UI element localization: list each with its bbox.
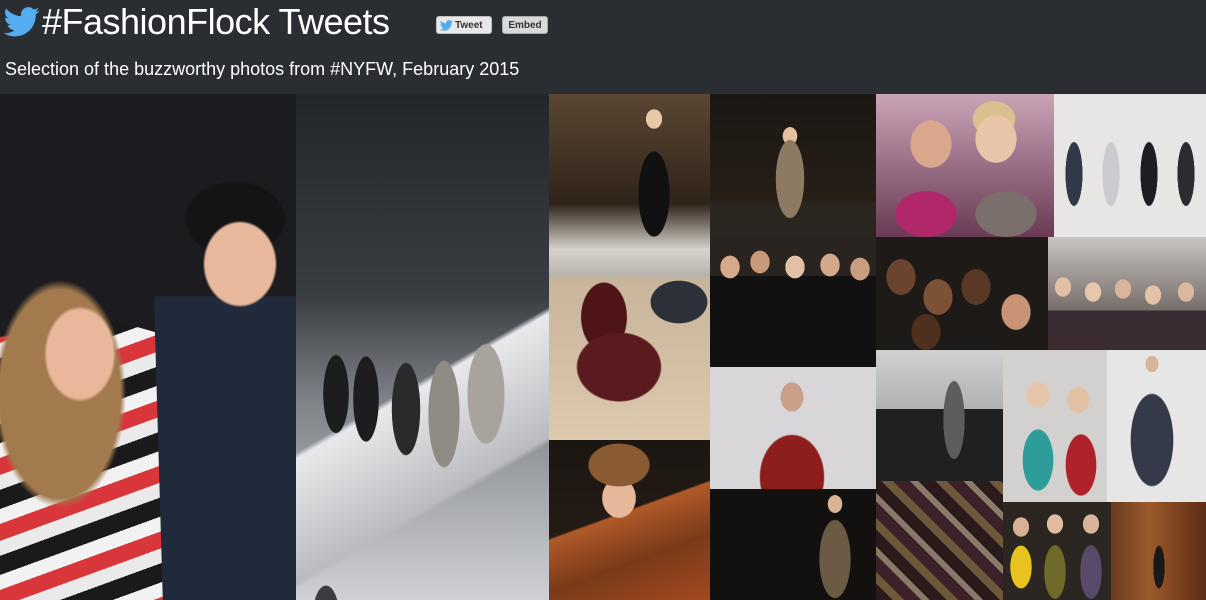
photo-tile-yellow-scarf[interactable]	[1003, 502, 1111, 600]
photo-tile-lookbook[interactable]	[1054, 94, 1206, 237]
photo-tile-burgundy-boots[interactable]	[549, 277, 710, 440]
tweet-button-label: Tweet	[455, 20, 483, 31]
photo-tile-selfie-pair[interactable]	[876, 94, 1054, 237]
embed-button[interactable]: Embed	[502, 16, 548, 34]
photo-tile-clutches[interactable]	[876, 481, 1003, 600]
photo-tile-group-selfie[interactable]	[876, 237, 1048, 350]
photo-tile-sequin-dress[interactable]	[710, 94, 876, 237]
photo-tile-runway-dark[interactable]	[549, 94, 710, 277]
twitter-bird-small-icon	[440, 20, 453, 31]
photo-tile-runway[interactable]	[296, 94, 549, 600]
photo-tile-two-women[interactable]	[1003, 350, 1107, 502]
twitter-bird-icon	[4, 7, 40, 37]
photo-tile-gown-runway[interactable]	[876, 350, 1003, 481]
tweet-button[interactable]: Tweet	[436, 16, 492, 34]
photo-tile-fur-hat[interactable]	[549, 440, 710, 600]
photo-tile-front-row-crowd[interactable]	[710, 237, 876, 367]
page-subtitle: Selection of the buzzworthy photos from …	[5, 59, 520, 79]
photo-tile-red-coat[interactable]	[710, 367, 876, 489]
photo-tile-embellished-dress[interactable]	[710, 489, 876, 600]
photo-tile-front-row[interactable]	[0, 94, 296, 600]
page-header: #FashionFlock Tweets Tweet Embed Selecti…	[0, 0, 1206, 94]
photo-tile-crowd-cheer[interactable]	[1048, 237, 1206, 350]
page-title: #FashionFlock Tweets	[42, 1, 390, 42]
photo-tile-tulle-gown[interactable]	[1107, 350, 1206, 502]
photo-tile-wood-room[interactable]	[1111, 502, 1206, 600]
